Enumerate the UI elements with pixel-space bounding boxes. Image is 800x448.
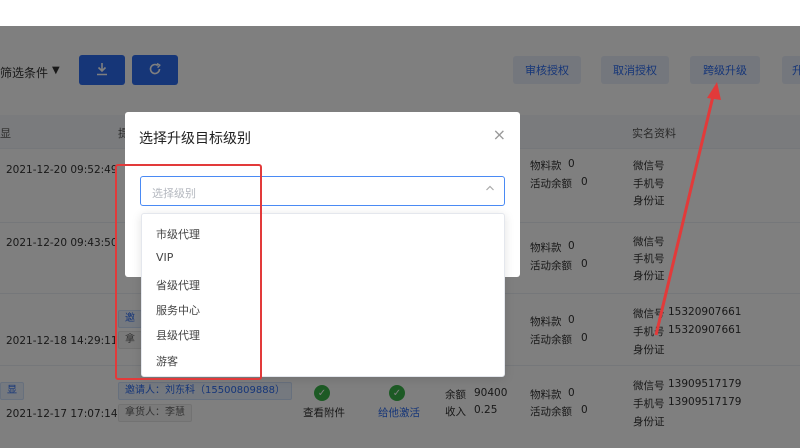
annotation-box [115,164,262,380]
chevron-up-icon [485,183,495,196]
top-bar [0,0,800,26]
dialog-title: 选择升级目标级别 [139,131,251,147]
close-icon[interactable]: × [493,125,506,144]
